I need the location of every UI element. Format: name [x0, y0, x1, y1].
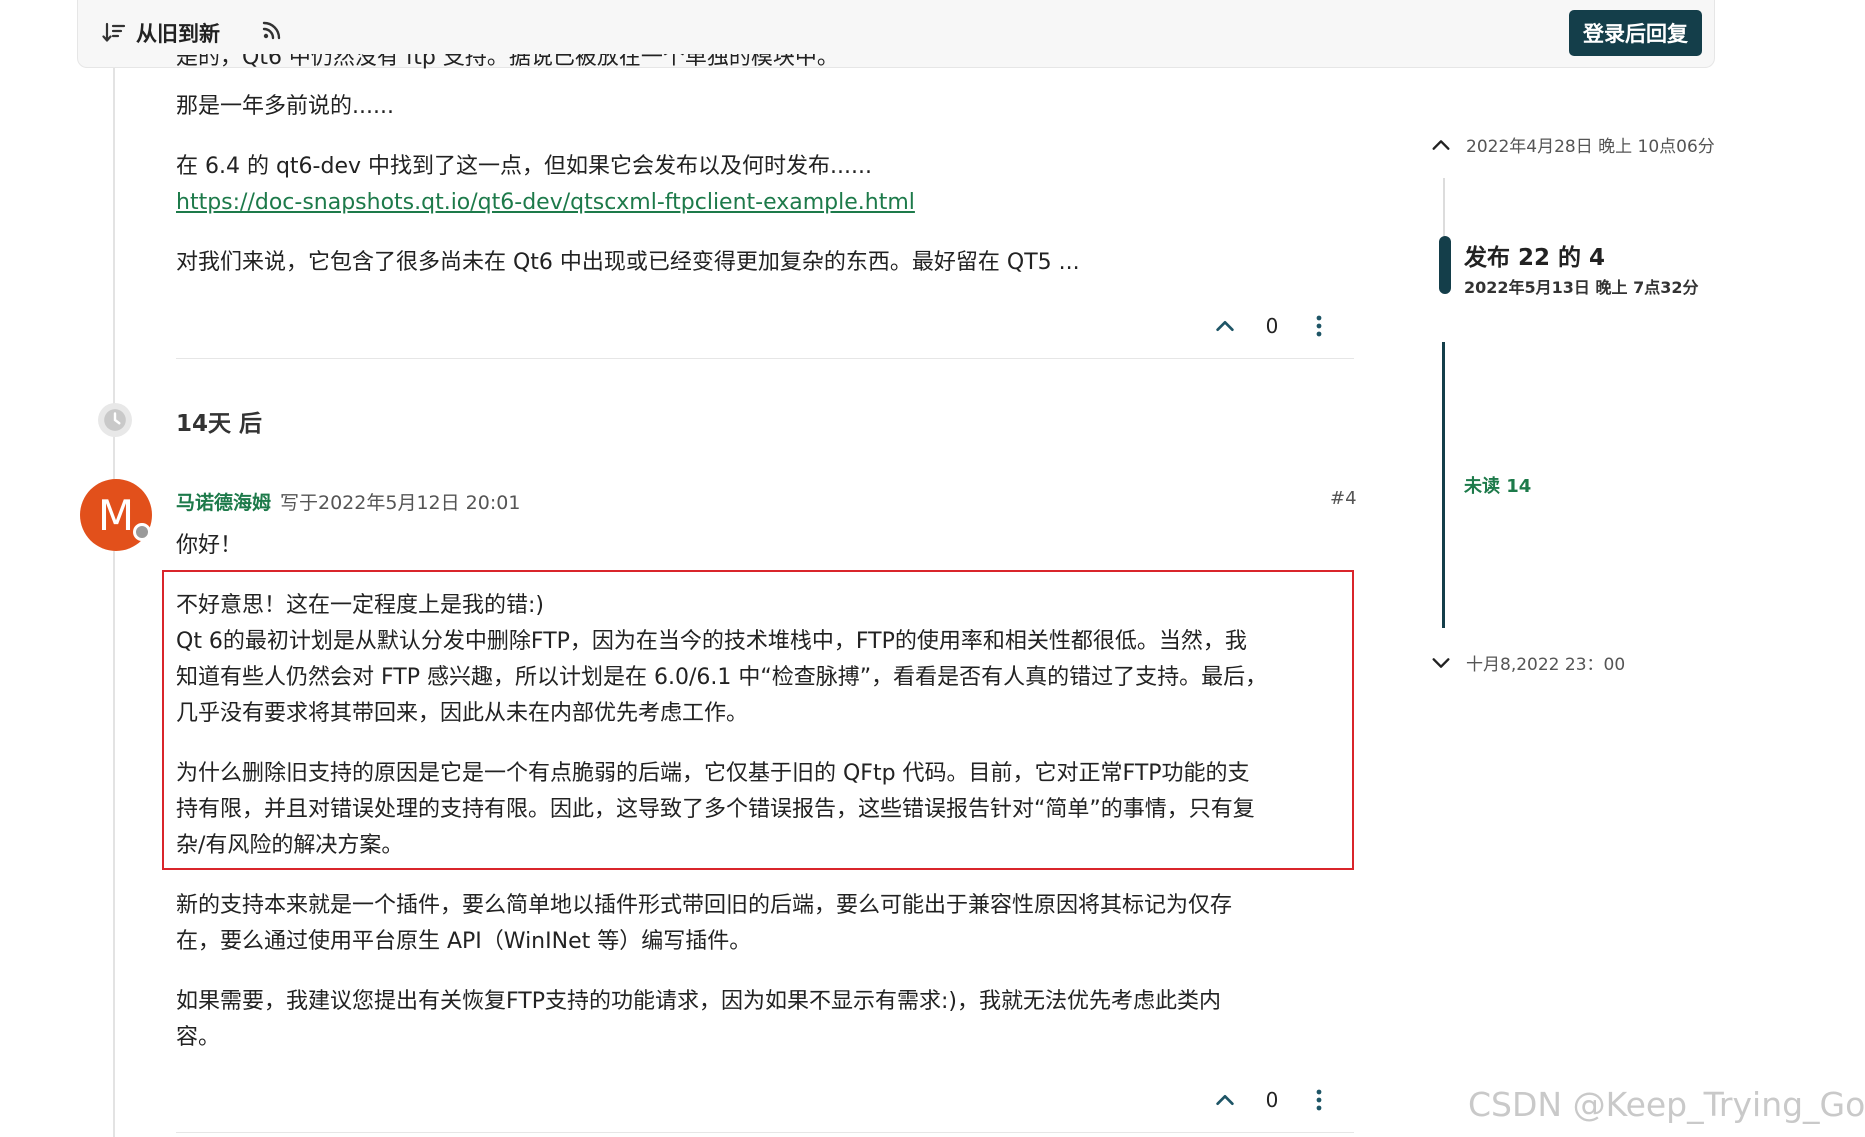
post-divider — [176, 1132, 1354, 1133]
timeline-jump-top[interactable]: 2022年4月28日 晚上 10点06分 — [1430, 132, 1715, 157]
post-4-greeting: 你好！ — [176, 533, 243, 558]
login-to-reply-button[interactable]: 登录后回复 — [1569, 10, 1702, 56]
post-4-line: 容。 — [176, 1025, 221, 1050]
post-4-line: 在，要么通过使用平台原生 API（WinINet 等）编写插件。 — [176, 929, 752, 954]
timeline-scroll-handle[interactable] — [1439, 236, 1451, 294]
author-name[interactable]: 马诺德海姆 — [176, 488, 271, 515]
upvote-button[interactable] — [1208, 309, 1242, 343]
post-3-paragraph: 对我们来说，它包含了很多尚未在 Qt6 中出现或已经变得更加复杂的东西。最好留在… — [176, 250, 1080, 275]
post-4-line: 杂/有风险的解决方案。 — [176, 833, 404, 858]
chevron-down-icon — [1432, 657, 1450, 668]
rss-icon[interactable] — [260, 18, 284, 46]
post-4-line: Qt 6的最初计划是从默认分发中删除FTP，因为在当今的技术堆栈中，FTP的使用… — [176, 629, 1247, 654]
post-4-line: 几乎没有要求将其带回来，因此从未在内部优先考虑工作。 — [176, 701, 749, 726]
vote-count: 0 — [1265, 1088, 1279, 1112]
sort-order-button[interactable]: 从旧到新 — [102, 18, 220, 48]
post-divider — [176, 358, 1354, 359]
timeline-track-unread — [1442, 342, 1445, 628]
timeline-track — [1443, 178, 1445, 236]
sort-order-label: 从旧到新 — [136, 22, 220, 46]
post-4-line: 不好意思！这在一定程度上是我的错:) — [176, 593, 544, 618]
post-date: 写于2022年5月12日 20:01 — [280, 492, 521, 514]
upvote-button[interactable] — [1208, 1083, 1242, 1117]
post-3-actions: 0 — [1208, 309, 1344, 343]
post-4-line: 为什么删除旧支持的原因是它是一个有点脆弱的后端，它仅基于旧的 QFtp 代码。目… — [176, 761, 1250, 786]
timeline-position: 发布 22 的 4 — [1464, 245, 1606, 271]
timeline-start-date: 2022年4月28日 晚上 10点06分 — [1466, 137, 1715, 157]
post-3-partial-line: 是的，Qt6 中仍然没有 ftp 支持。据说已被放在一个单独的模块中。 — [176, 54, 839, 70]
watermark: CSDN @Keep_Trying_Go — [1468, 1085, 1865, 1124]
chevron-up-icon — [1432, 139, 1450, 150]
vote-count: 0 — [1265, 314, 1279, 338]
sort-descending-icon — [102, 22, 126, 42]
post-3-paragraph: 在 6.4 的 qt6-dev 中找到了这一点，但如果它会发布以及何时发布...… — [176, 154, 872, 179]
chevron-up-icon — [1216, 320, 1234, 332]
timeline-position-date: 2022年5月13日 晚上 7点32分 — [1464, 278, 1699, 297]
post-number[interactable]: #4 — [1330, 488, 1357, 509]
timeline-unread-link[interactable]: 未读 14 — [1464, 472, 1531, 498]
post-4-line: 如果需要，我建议您提出有关恢复FTP支持的功能请求，因为如果不显示有需求:)，我… — [176, 989, 1221, 1014]
time-gap-label: 14天 后 — [176, 411, 263, 437]
timeline-jump-bottom[interactable]: 十月8,2022 23：00 — [1430, 650, 1625, 675]
post-4-line: 知道有些人仍然会对 FTP 感兴趣，所以计划是在 6.0/6.1 中“检查脉搏”… — [176, 665, 1268, 690]
chevron-up-icon — [1216, 1094, 1234, 1106]
offline-status-dot — [133, 523, 151, 541]
ftpclient-example-link[interactable]: https://doc-snapshots.qt.io/qt6-dev/qtsc… — [176, 190, 915, 215]
clock-icon — [98, 403, 132, 437]
more-vertical-icon — [1316, 1089, 1322, 1111]
more-vertical-icon — [1316, 315, 1322, 337]
post-4-actions: 0 — [1208, 1083, 1344, 1117]
timeline-end-date: 十月8,2022 23：00 — [1466, 655, 1626, 675]
post-menu-button[interactable] — [1302, 309, 1336, 343]
post-4-line: 持有限，并且对错误处理的支持有限。因此，这导致了多个错误报告，这些错误报告针对“… — [176, 797, 1255, 822]
post-menu-button[interactable] — [1302, 1083, 1336, 1117]
post-3-line: 那是一年多前说的...... — [176, 94, 394, 119]
post-3-link-line: https://doc-snapshots.qt.io/qt6-dev/qtsc… — [176, 185, 1356, 221]
thread-line — [113, 68, 115, 1137]
post-4-line: 新的支持本来就是一个插件，要么简单地以插件形式带回旧的后端，要么可能出于兼容性原… — [176, 893, 1233, 918]
